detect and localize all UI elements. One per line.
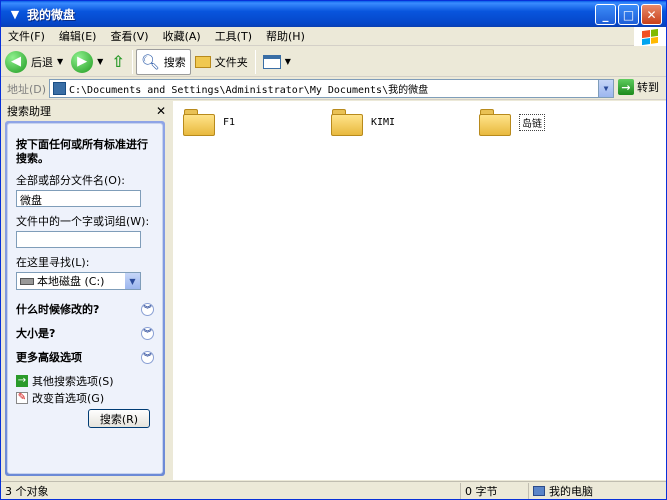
folder-icon [479, 107, 511, 137]
forward-button[interactable]: ▶ ▼ [67, 49, 107, 75]
menu-view[interactable]: 查看(V) [103, 27, 155, 46]
folder-icon [183, 107, 215, 137]
folders-icon [194, 55, 211, 68]
section-advanced[interactable]: 更多高级选项 ︾ [16, 346, 154, 368]
search-pane-body: 按下面任何或所有标准进行搜索。 全部或部分文件名(O): 微盘 文件中的一个字或… [5, 121, 165, 476]
change-preferences-link[interactable]: ✎ 改变首选项(G) [16, 389, 154, 406]
window-title: 我的微盘 [27, 7, 76, 22]
search-icon: 🔍︎ [140, 52, 160, 71]
section-label: 什么时候修改的? [16, 303, 100, 316]
menu-tools[interactable]: 工具(T) [208, 27, 259, 46]
up-folder-icon: ⇧ [111, 52, 125, 71]
arrow-right-icon: → [16, 374, 28, 387]
chevron-down-icon[interactable]: ▼ [598, 80, 613, 97]
section-label: 更多高级选项 [16, 351, 82, 364]
views-icon [262, 54, 281, 69]
section-label: 大小是? [16, 327, 56, 340]
menu-bar: 文件(F) 编辑(E) 查看(V) 收藏(A) 工具(T) 帮助(H) [1, 27, 666, 46]
close-button[interactable]: ✕ [641, 4, 662, 25]
explorer-window: ▼ 我的微盘 _ □ ✕ 文件(F) 编辑(E) 查看(V) 收藏(A) 工具(… [0, 0, 667, 500]
link-label: 其他搜索选项(S) [32, 374, 114, 388]
expand-chevron-icon[interactable]: ︾ [141, 302, 154, 316]
search-label: 搜索 [163, 55, 186, 69]
go-button[interactable]: → 转到 [618, 79, 659, 95]
status-location: 我的电脑 [529, 483, 664, 499]
back-arrow-icon: ◀ [5, 50, 27, 73]
lookin-value: 本地磁盘 (C:) [37, 275, 105, 288]
search-submit-button[interactable]: 搜索(R) [88, 409, 150, 428]
menu-file[interactable]: 文件(F) [1, 27, 52, 46]
forward-arrow-icon: ▶ [71, 50, 94, 73]
menu-edit[interactable]: 编辑(E) [52, 27, 104, 46]
address-label: 地址(D) [7, 82, 47, 96]
close-icon[interactable]: ✕ [156, 104, 166, 118]
views-button[interactable]: ▼ [259, 49, 295, 75]
chevron-down-icon[interactable]: ▼ [57, 57, 63, 66]
section-size[interactable]: 大小是? ︾ [16, 322, 154, 344]
folder-item[interactable]: F1 [183, 107, 235, 137]
address-input[interactable]: C:\Documents and Settings\Administrator\… [49, 79, 614, 98]
filename-field[interactable]: 微盘 [16, 190, 141, 207]
toolbar-separator [254, 49, 256, 74]
status-location-label: 我的电脑 [549, 484, 593, 498]
filename-label: 全部或部分文件名(O): [16, 174, 125, 187]
link-label: 改变首选项(G) [32, 391, 105, 405]
address-path: C:\Documents and Settings\Administrator\… [69, 85, 429, 96]
chevron-down-icon[interactable]: ▼ [285, 57, 291, 66]
search-pane-title: 搜索助理 [7, 104, 51, 118]
maximize-button[interactable]: □ [618, 4, 639, 25]
windows-logo-icon [634, 27, 666, 46]
preferences-icon: ✎ [16, 391, 28, 404]
folders-button[interactable]: 文件夹 [191, 49, 252, 75]
search-button[interactable]: 🔍︎ 搜索 [135, 48, 191, 75]
window-controls: _ □ ✕ [595, 4, 662, 25]
search-pane: 搜索助理 ✕ 按下面任何或所有标准进行搜索。 全部或部分文件名(O): 微盘 文… [1, 101, 172, 480]
folder-icon [331, 107, 363, 137]
status-objects: 3 个对象 [1, 482, 461, 499]
other-search-options-link[interactable]: → 其他搜索选项(S) [16, 372, 154, 389]
toolbar-separator [131, 49, 133, 74]
search-heading: 按下面任何或所有标准进行搜索。 [16, 138, 148, 165]
back-button[interactable]: ◀ 后退 ▼ [1, 49, 67, 75]
phrase-field[interactable] [16, 231, 141, 248]
search-form: 按下面任何或所有标准进行搜索。 全部或部分文件名(O): 微盘 文件中的一个字或… [7, 123, 163, 474]
folder-icon: ▼ [10, 7, 20, 21]
go-label: 转到 [637, 81, 659, 94]
folder-name: KIMI [371, 116, 396, 128]
lookin-select[interactable]: 本地磁盘 (C:) ▼ [16, 272, 141, 290]
folder-name: 岛链 [519, 113, 545, 131]
status-bar: 3 个对象 0 字节 我的电脑 [1, 481, 666, 499]
chevron-down-icon[interactable]: ▼ [125, 273, 140, 289]
toolbar: ◀ 后退 ▼ ▶ ▼ ⇧ 🔍︎ 搜索 文件夹 ▼ [1, 47, 666, 77]
address-bar: 地址(D) C:\Documents and Settings\Administ… [1, 78, 666, 100]
folders-label: 文件夹 [214, 55, 248, 69]
go-arrow-icon: → [618, 79, 634, 95]
chevron-down-icon[interactable]: ▼ [97, 57, 103, 66]
minimize-button[interactable]: _ [595, 4, 616, 25]
expand-chevron-icon[interactable]: ︾ [141, 350, 154, 364]
up-button[interactable]: ⇧ [107, 49, 128, 75]
section-modified[interactable]: 什么时候修改的? ︾ [16, 298, 154, 320]
phrase-label: 文件中的一个字或词组(W): [16, 215, 150, 228]
lookin-label: 在这里寻找(L): [16, 256, 90, 269]
expand-chevron-icon[interactable]: ︾ [141, 326, 154, 340]
search-pane-header: 搜索助理 ✕ [1, 101, 172, 120]
back-label: 后退 [31, 55, 53, 69]
computer-icon [533, 485, 545, 496]
drive-icon [20, 277, 34, 285]
title-bar[interactable]: ▼ 我的微盘 _ □ ✕ [1, 1, 666, 27]
folder-name: F1 [223, 116, 236, 128]
file-list[interactable]: F1 KIMI 岛链 [173, 101, 666, 480]
folder-item[interactable]: 岛链 [479, 107, 545, 137]
menu-help[interactable]: 帮助(H) [259, 27, 312, 46]
menu-favorites[interactable]: 收藏(A) [156, 27, 208, 46]
folder-icon [53, 82, 66, 95]
folder-item[interactable]: KIMI [331, 107, 395, 137]
status-size: 0 字节 [461, 482, 529, 499]
